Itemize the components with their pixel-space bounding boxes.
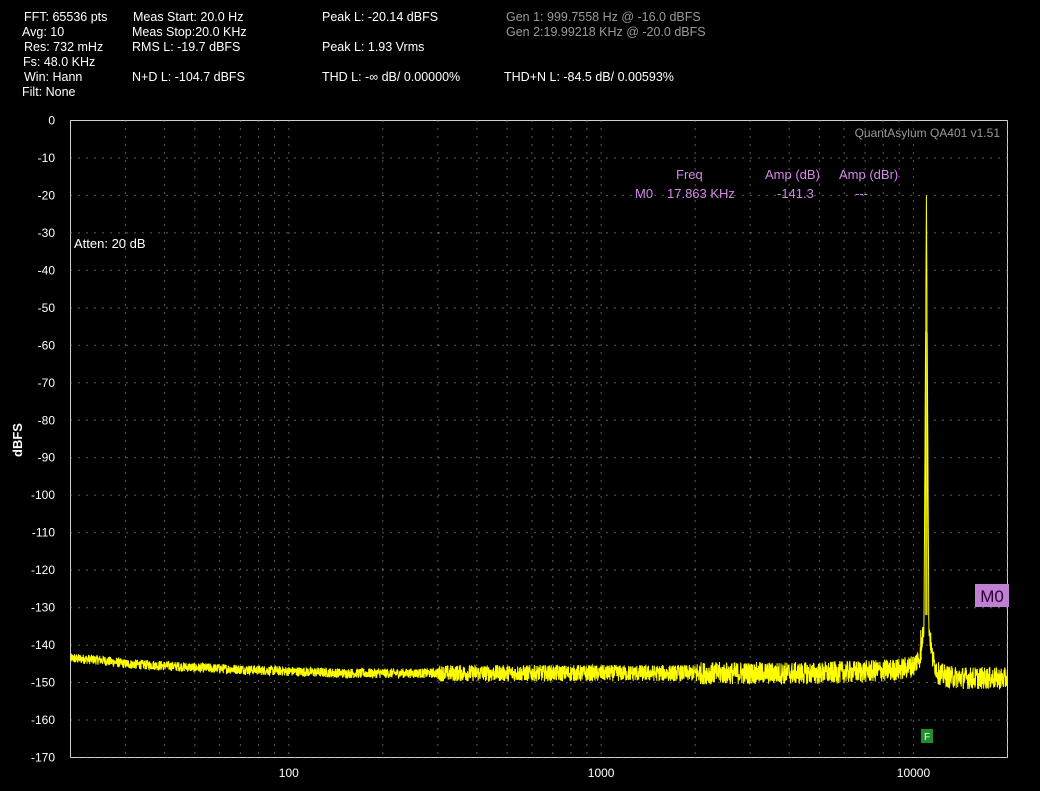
marker-header-amp-dbr: Amp (dBr) xyxy=(839,167,898,182)
y-tick-label: -10 xyxy=(38,151,56,165)
y-tick-label: -90 xyxy=(38,451,56,465)
y-axis-label: dBFS xyxy=(10,423,25,457)
marker-header-freq: Freq xyxy=(676,167,703,182)
y-tick-label: -100 xyxy=(31,488,55,502)
fundamental-tag-label: F xyxy=(924,732,930,743)
y-tick-label: -60 xyxy=(38,338,56,352)
spectrum-chart[interactable]: 0 -10 -20 -30 -40 -50 -60 -70 -80 -90 -100 -110 -120… xyxy=(0,0,1040,791)
plot-frame xyxy=(70,120,1008,758)
y-tick-label: -130 xyxy=(31,601,55,615)
y-tick-label: -20 xyxy=(38,188,56,202)
y-tick-label: -140 xyxy=(31,638,55,652)
y-tick-label: -70 xyxy=(38,376,56,390)
marker-row-amp-db: -141.3 xyxy=(777,186,814,201)
brand-label: QuantAsylum QA401 v1.51 xyxy=(855,126,1001,140)
y-tick-label: -150 xyxy=(31,676,55,690)
marker-tag-label: M0 xyxy=(980,587,1004,606)
y-tick-label: -40 xyxy=(38,263,56,277)
y-tick-label: -170 xyxy=(31,751,55,765)
y-tick-label: -160 xyxy=(31,713,55,727)
y-tick-label: -120 xyxy=(31,563,55,577)
y-tick-label: -110 xyxy=(32,526,55,540)
y-tick-label: -30 xyxy=(38,226,56,240)
x-tick-label: 100 xyxy=(279,766,299,780)
marker-tag-m0[interactable]: M0 xyxy=(975,584,1009,607)
marker-row-freq: 17.863 KHz xyxy=(667,186,735,201)
marker-header-amp-db: Amp (dB) xyxy=(765,167,820,182)
x-tick-label: 10000 xyxy=(897,766,931,780)
attenuation-label: Atten: 20 dB xyxy=(74,236,146,251)
fundamental-tag[interactable]: F xyxy=(921,729,933,743)
x-tick-label: 1000 xyxy=(588,766,615,780)
y-tick-label: -80 xyxy=(38,413,56,427)
marker-row-amp-dbr: --- xyxy=(855,186,868,201)
y-tick-label: -50 xyxy=(38,301,56,315)
marker-row-name: M0 xyxy=(635,186,653,201)
spectrum-trace xyxy=(70,195,1008,690)
y-tick-label: 0 xyxy=(48,114,55,128)
